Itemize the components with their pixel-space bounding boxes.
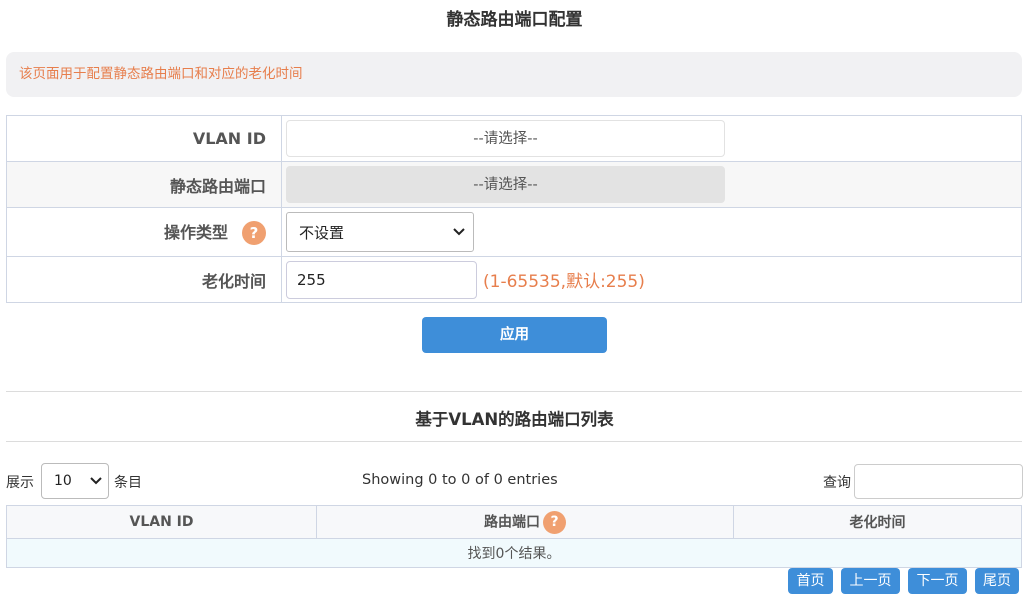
static-port-select: --请选择-- bbox=[286, 166, 725, 203]
entries-label: 条目 bbox=[114, 475, 142, 491]
next-page-button[interactable]: 下一页 bbox=[908, 568, 967, 594]
page-title: 静态路由端口配置 bbox=[446, 10, 583, 30]
help-icon[interactable]: ? bbox=[242, 221, 266, 246]
last-page-button[interactable]: 尾页 bbox=[975, 568, 1019, 594]
op-type-label: 操作类型 bbox=[163, 222, 228, 242]
chevron-down-icon bbox=[90, 473, 102, 489]
page-notice: 该页面用于配置静态路由端口和对应的老化时间 bbox=[6, 52, 1022, 97]
show-label: 展示 bbox=[6, 475, 34, 491]
apply-button[interactable]: 应用 bbox=[422, 317, 607, 353]
op-type-value: 不设置 bbox=[299, 223, 345, 242]
title-divider bbox=[6, 441, 1022, 442]
first-page-button[interactable]: 首页 bbox=[788, 568, 833, 594]
list-title: 基于VLAN的路由端口列表 bbox=[415, 410, 614, 429]
chevron-down-icon bbox=[453, 225, 465, 239]
age-time-label: 老化时间 bbox=[6, 256, 282, 303]
age-time-hint: (1-65535,默认:255) bbox=[483, 272, 645, 292]
help-icon[interactable]: ? bbox=[543, 510, 566, 534]
route-port-table: VLAN ID 路由端口? 老化时间 找到0个结果。 bbox=[6, 505, 1022, 568]
col-vlan-id[interactable]: VLAN ID bbox=[6, 505, 317, 539]
static-port-label: 静态路由端口 bbox=[6, 161, 282, 208]
col-route-port: 路由端口 bbox=[484, 514, 540, 530]
search-label: 查询 bbox=[823, 475, 851, 491]
search-input[interactable] bbox=[854, 464, 1023, 499]
op-type-select[interactable]: 不设置 bbox=[286, 212, 474, 252]
op-type-label-cell: 操作类型? bbox=[6, 207, 282, 257]
page-length-value: 10 bbox=[54, 473, 72, 489]
empty-result: 找到0个结果。 bbox=[6, 538, 1022, 568]
col-route-port-cell[interactable]: 路由端口? bbox=[316, 505, 734, 539]
table-info: Showing 0 to 0 of 0 entries bbox=[362, 472, 558, 488]
col-age-time[interactable]: 老化时间 bbox=[733, 505, 1022, 539]
config-form: VLAN ID --请选择-- 静态路由端口 --请选择-- 操作类型? 不设置… bbox=[6, 115, 1022, 303]
page-length-select[interactable]: 10 bbox=[41, 463, 109, 499]
age-time-input[interactable]: 255 bbox=[286, 260, 477, 299]
table-header-row: VLAN ID 路由端口? 老化时间 bbox=[6, 505, 1022, 539]
table-row: 找到0个结果。 bbox=[6, 538, 1022, 568]
vlan-id-select[interactable]: --请选择-- bbox=[286, 120, 725, 157]
prev-page-button[interactable]: 上一页 bbox=[841, 568, 900, 594]
vlan-id-label: VLAN ID bbox=[6, 115, 282, 162]
section-divider bbox=[6, 391, 1022, 392]
